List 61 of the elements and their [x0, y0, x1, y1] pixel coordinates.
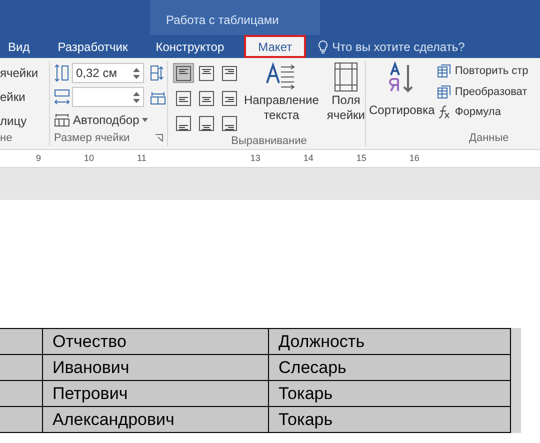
spin-up-icon[interactable] [133, 92, 140, 96]
group-label: не [0, 131, 14, 146]
alignment-icon [176, 116, 191, 130]
ribbon-tab[interactable]: Конструктор [148, 35, 232, 58]
column-width-icon [54, 88, 70, 106]
ruler-number: 10 [84, 152, 94, 165]
align-button[interactable] [173, 88, 194, 108]
autofit-icon [54, 113, 70, 127]
ruler-number: 9 [36, 152, 42, 165]
ribbon-tab[interactable]: Вид [0, 35, 38, 58]
caret-icon [142, 118, 148, 122]
function-icon [436, 105, 451, 120]
ruler-number: 11 [137, 152, 146, 165]
cell-margins-button[interactable]: Поля ячейки [326, 61, 365, 133]
text-direction-button[interactable]: Направление текста [244, 61, 319, 133]
alignment-icon [222, 90, 237, 106]
group-label: Данные [468, 130, 510, 146]
table-cell: Токарь [268, 406, 510, 432]
spin-down-icon[interactable] [133, 98, 140, 102]
dialog-launcher-icon[interactable] [155, 134, 163, 142]
ribbon-command[interactable]: ячейки [0, 64, 49, 82]
alignment-icon [222, 66, 237, 80]
alignment-icon [198, 66, 214, 80]
table-cell: Александрович [42, 406, 268, 432]
data-command[interactable]: Преобразоват [436, 84, 528, 100]
ribbon-command[interactable]: лицу [0, 112, 49, 130]
width-field[interactable] [72, 87, 144, 107]
ribbon-tab[interactable]: Разработчик [50, 35, 136, 58]
data-command[interactable]: Повторить стр [436, 63, 528, 80]
ribbon-command[interactable]: ейки [0, 88, 49, 106]
autofit-button[interactable]: Автоподбор [54, 111, 167, 129]
alignment-icon [198, 90, 214, 106]
cell-margins-icon [332, 61, 359, 93]
contextual-tab-header: Работа с таблицами [150, 0, 320, 35]
lightbulb-icon [318, 40, 328, 54]
alignment-icon [222, 116, 237, 130]
ruler-number: 16 [409, 152, 420, 165]
distribute-columns-icon[interactable] [150, 89, 166, 105]
spin-up-icon[interactable] [133, 68, 140, 72]
table-cell: Должность [268, 328, 510, 354]
ruler-number: 13 [250, 152, 260, 165]
group-label: Размер ячейки [54, 130, 130, 146]
group-label: Выравнивание [230, 134, 308, 149]
row-height-icon [54, 64, 70, 82]
distribute-rows-icon[interactable] [150, 65, 166, 81]
alignment-icon [176, 90, 191, 106]
data-command[interactable]: Формула [436, 104, 528, 120]
align-button[interactable] [173, 63, 194, 83]
align-button[interactable] [173, 113, 194, 133]
alignment-icon [198, 116, 214, 130]
ribbon-tab[interactable]: Макет [244, 35, 306, 58]
table-icon [436, 84, 451, 99]
sort-button[interactable]: Сортировка [369, 61, 435, 130]
table-cell: Отчество [42, 328, 268, 354]
ruler-number: 15 [356, 152, 366, 165]
spin-down-icon[interactable] [133, 74, 140, 78]
table-icon [436, 64, 451, 78]
alignment-icon [176, 66, 191, 80]
tell-me-field[interactable]: Что вы хотите сделать? [318, 38, 465, 56]
height-field[interactable]: 0,32 см [72, 63, 144, 83]
ruler-number: 14 [303, 152, 314, 165]
